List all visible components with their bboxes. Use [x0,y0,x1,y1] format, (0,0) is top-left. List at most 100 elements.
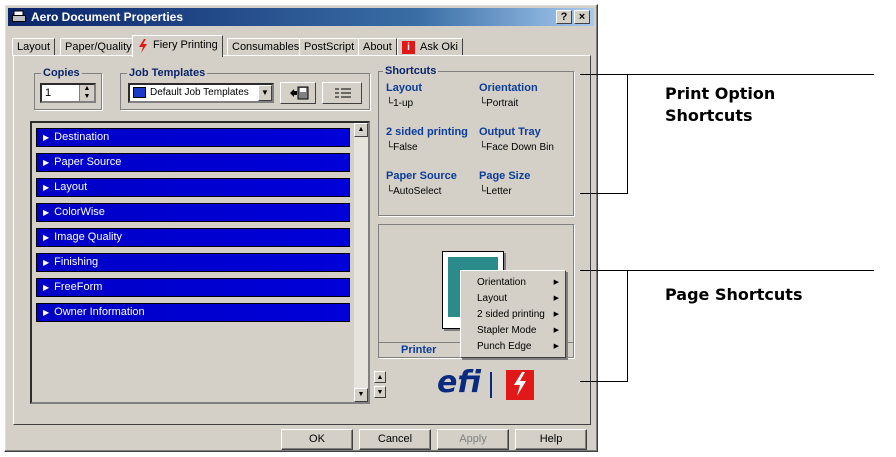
menu-item-stapler-mode[interactable]: Stapler Mode [477,325,536,337]
shortcut-value-text: 1-up [393,98,414,109]
printer-icon [12,10,26,22]
callout-print-option-shortcuts: Print Option Shortcuts [665,83,775,127]
section-label: Finishing [54,256,99,268]
section-label: Image Quality [54,231,123,243]
window-title: Aero Document Properties [31,10,184,24]
expand-triangle-icon: ▶ [43,133,50,142]
shortcut-page-size-value[interactable]: └Letter [479,185,512,198]
section-freeform[interactable]: ▶ FreeForm [36,278,350,297]
logo-divider [490,372,492,398]
callout-line [580,381,628,382]
section-colorwise[interactable]: ▶ ColorWise [36,203,350,222]
section-label: Destination [54,131,110,143]
expand-triangle-icon: ▶ [43,208,50,217]
up-arrow-icon[interactable]: ▲ [80,85,94,93]
callout-line [580,270,874,271]
menu-item-punch-edge[interactable]: Punch Edge [477,341,532,353]
tab-postscript[interactable]: PostScript [299,38,360,56]
apply-button[interactable]: Apply [437,429,509,450]
scroll-down-icon[interactable]: ▼ [354,388,368,402]
shortcut-orientation-label: Orientation [479,82,538,94]
shortcut-output-tray-value[interactable]: └Face Down Bin [479,141,554,154]
section-image-quality[interactable]: ▶ Image Quality [36,228,350,247]
tab-about[interactable]: About [358,38,397,56]
tab-consumables[interactable]: Consumables [227,38,305,56]
scroll-up-icon[interactable]: ▲ [354,123,368,137]
preview-tab-printer[interactable]: Printer [401,343,436,357]
help-title-button[interactable]: ? [556,10,572,24]
cancel-button[interactable]: Cancel [359,429,431,450]
submenu-arrow-icon: ▶ [553,295,559,302]
shortcut-orientation-value[interactable]: └Portrait [479,97,518,110]
shortcut-layout-value[interactable]: └1-up [386,97,413,110]
section-label: Owner Information [54,306,145,318]
expand-triangle-icon: ▶ [43,283,50,292]
submenu-arrow-icon: ▶ [553,279,559,286]
template-list-icon [335,88,351,98]
submenu-arrow-icon: ▶ [553,327,559,334]
shortcut-duplex-value[interactable]: └False [386,141,418,154]
menu-item-orientation[interactable]: Orientation [477,277,526,289]
collapse-all-icon[interactable]: ▼ [374,386,386,398]
shortcut-value-text: AutoSelect [393,186,442,197]
list-scrollbar[interactable]: ▲ ▼ [354,123,368,402]
chevron-down-icon[interactable]: ▼ [258,85,272,101]
shortcut-value-text: False [393,142,418,153]
shortcut-value-text: Letter [486,186,512,197]
efi-logo: efi [437,365,481,400]
shortcuts-group: Shortcuts Layout └1-up Orientation └Port… [378,64,574,216]
section-label: Paper Source [54,156,122,168]
section-label: Layout [54,181,88,193]
help-button[interactable]: Help [515,429,587,450]
shortcut-paper-source-value[interactable]: └AutoSelect [386,185,441,198]
expand-all-icon[interactable]: ▲ [374,371,386,383]
menu-item-2-sided-printing[interactable]: 2 sided printing [477,309,545,321]
expand-triangle-icon: ▶ [43,183,50,192]
fiery-bolt-icon [514,372,526,396]
ok-button[interactable]: OK [281,429,353,450]
save-template-button[interactable] [280,82,316,104]
fiery-logo [506,370,534,400]
tab-fiery-printing[interactable]: Fiery Printing [132,35,223,57]
manage-templates-button[interactable] [322,82,362,104]
expand-triangle-icon: ▶ [43,158,50,167]
submenu-arrow-icon: ▶ [553,343,559,350]
copies-value: 1 [45,87,52,99]
expand-triangle-icon: ▶ [43,308,50,317]
save-template-icon [290,86,309,100]
job-templates-label: Job Templates [127,66,208,80]
section-label: FreeForm [54,281,103,293]
shortcut-layout-label: Layout [386,82,423,94]
section-owner-information[interactable]: ▶ Owner Information [36,303,350,322]
shortcut-duplex-label: 2 sided printing [386,126,468,138]
submenu-arrow-icon: ▶ [553,311,559,318]
expand-triangle-icon: ▶ [43,258,50,267]
shortcut-context-menu: Orientation ▶ Layout ▶ 2 sided printing ▶ S… [460,270,566,358]
copies-stepper[interactable]: ▲ ▼ [79,85,94,101]
tab-ask-oki-label: Ask Oki [420,41,458,53]
callout-line [580,74,874,75]
tab-layout[interactable]: Layout [12,38,56,56]
settings-list: ▶ Destination ▶ Paper Source ▶ Layout ▶ Colo… [30,121,370,404]
callout-line-1: Print Option [665,84,776,103]
title-bar: Aero Document Properties ? × [8,8,594,26]
job-templates-select[interactable]: Default Job Templates ▼ [128,83,274,103]
fiery-bolt-icon [139,39,147,53]
shortcut-page-size-label: Page Size [479,170,531,182]
shortcut-value-text: Face Down Bin [486,142,554,153]
tab-ask-oki[interactable]: i Ask Oki [397,38,463,56]
copies-spinner[interactable]: 1 ▲ ▼ [40,83,96,103]
menu-item-layout[interactable]: Layout [477,293,507,305]
close-title-button[interactable]: × [574,10,590,24]
tab-paper-quality[interactable]: Paper/Quality [60,38,137,56]
section-label: ColorWise [54,206,105,218]
info-icon: i [402,41,415,54]
callout-line [627,270,628,382]
expand-triangle-icon: ▶ [43,233,50,242]
section-finishing[interactable]: ▶ Finishing [36,253,350,272]
section-paper-source[interactable]: ▶ Paper Source [36,153,350,172]
down-arrow-icon[interactable]: ▼ [80,93,94,101]
callout-line [627,74,628,194]
section-layout[interactable]: ▶ Layout [36,178,350,197]
section-destination[interactable]: ▶ Destination [36,128,350,147]
